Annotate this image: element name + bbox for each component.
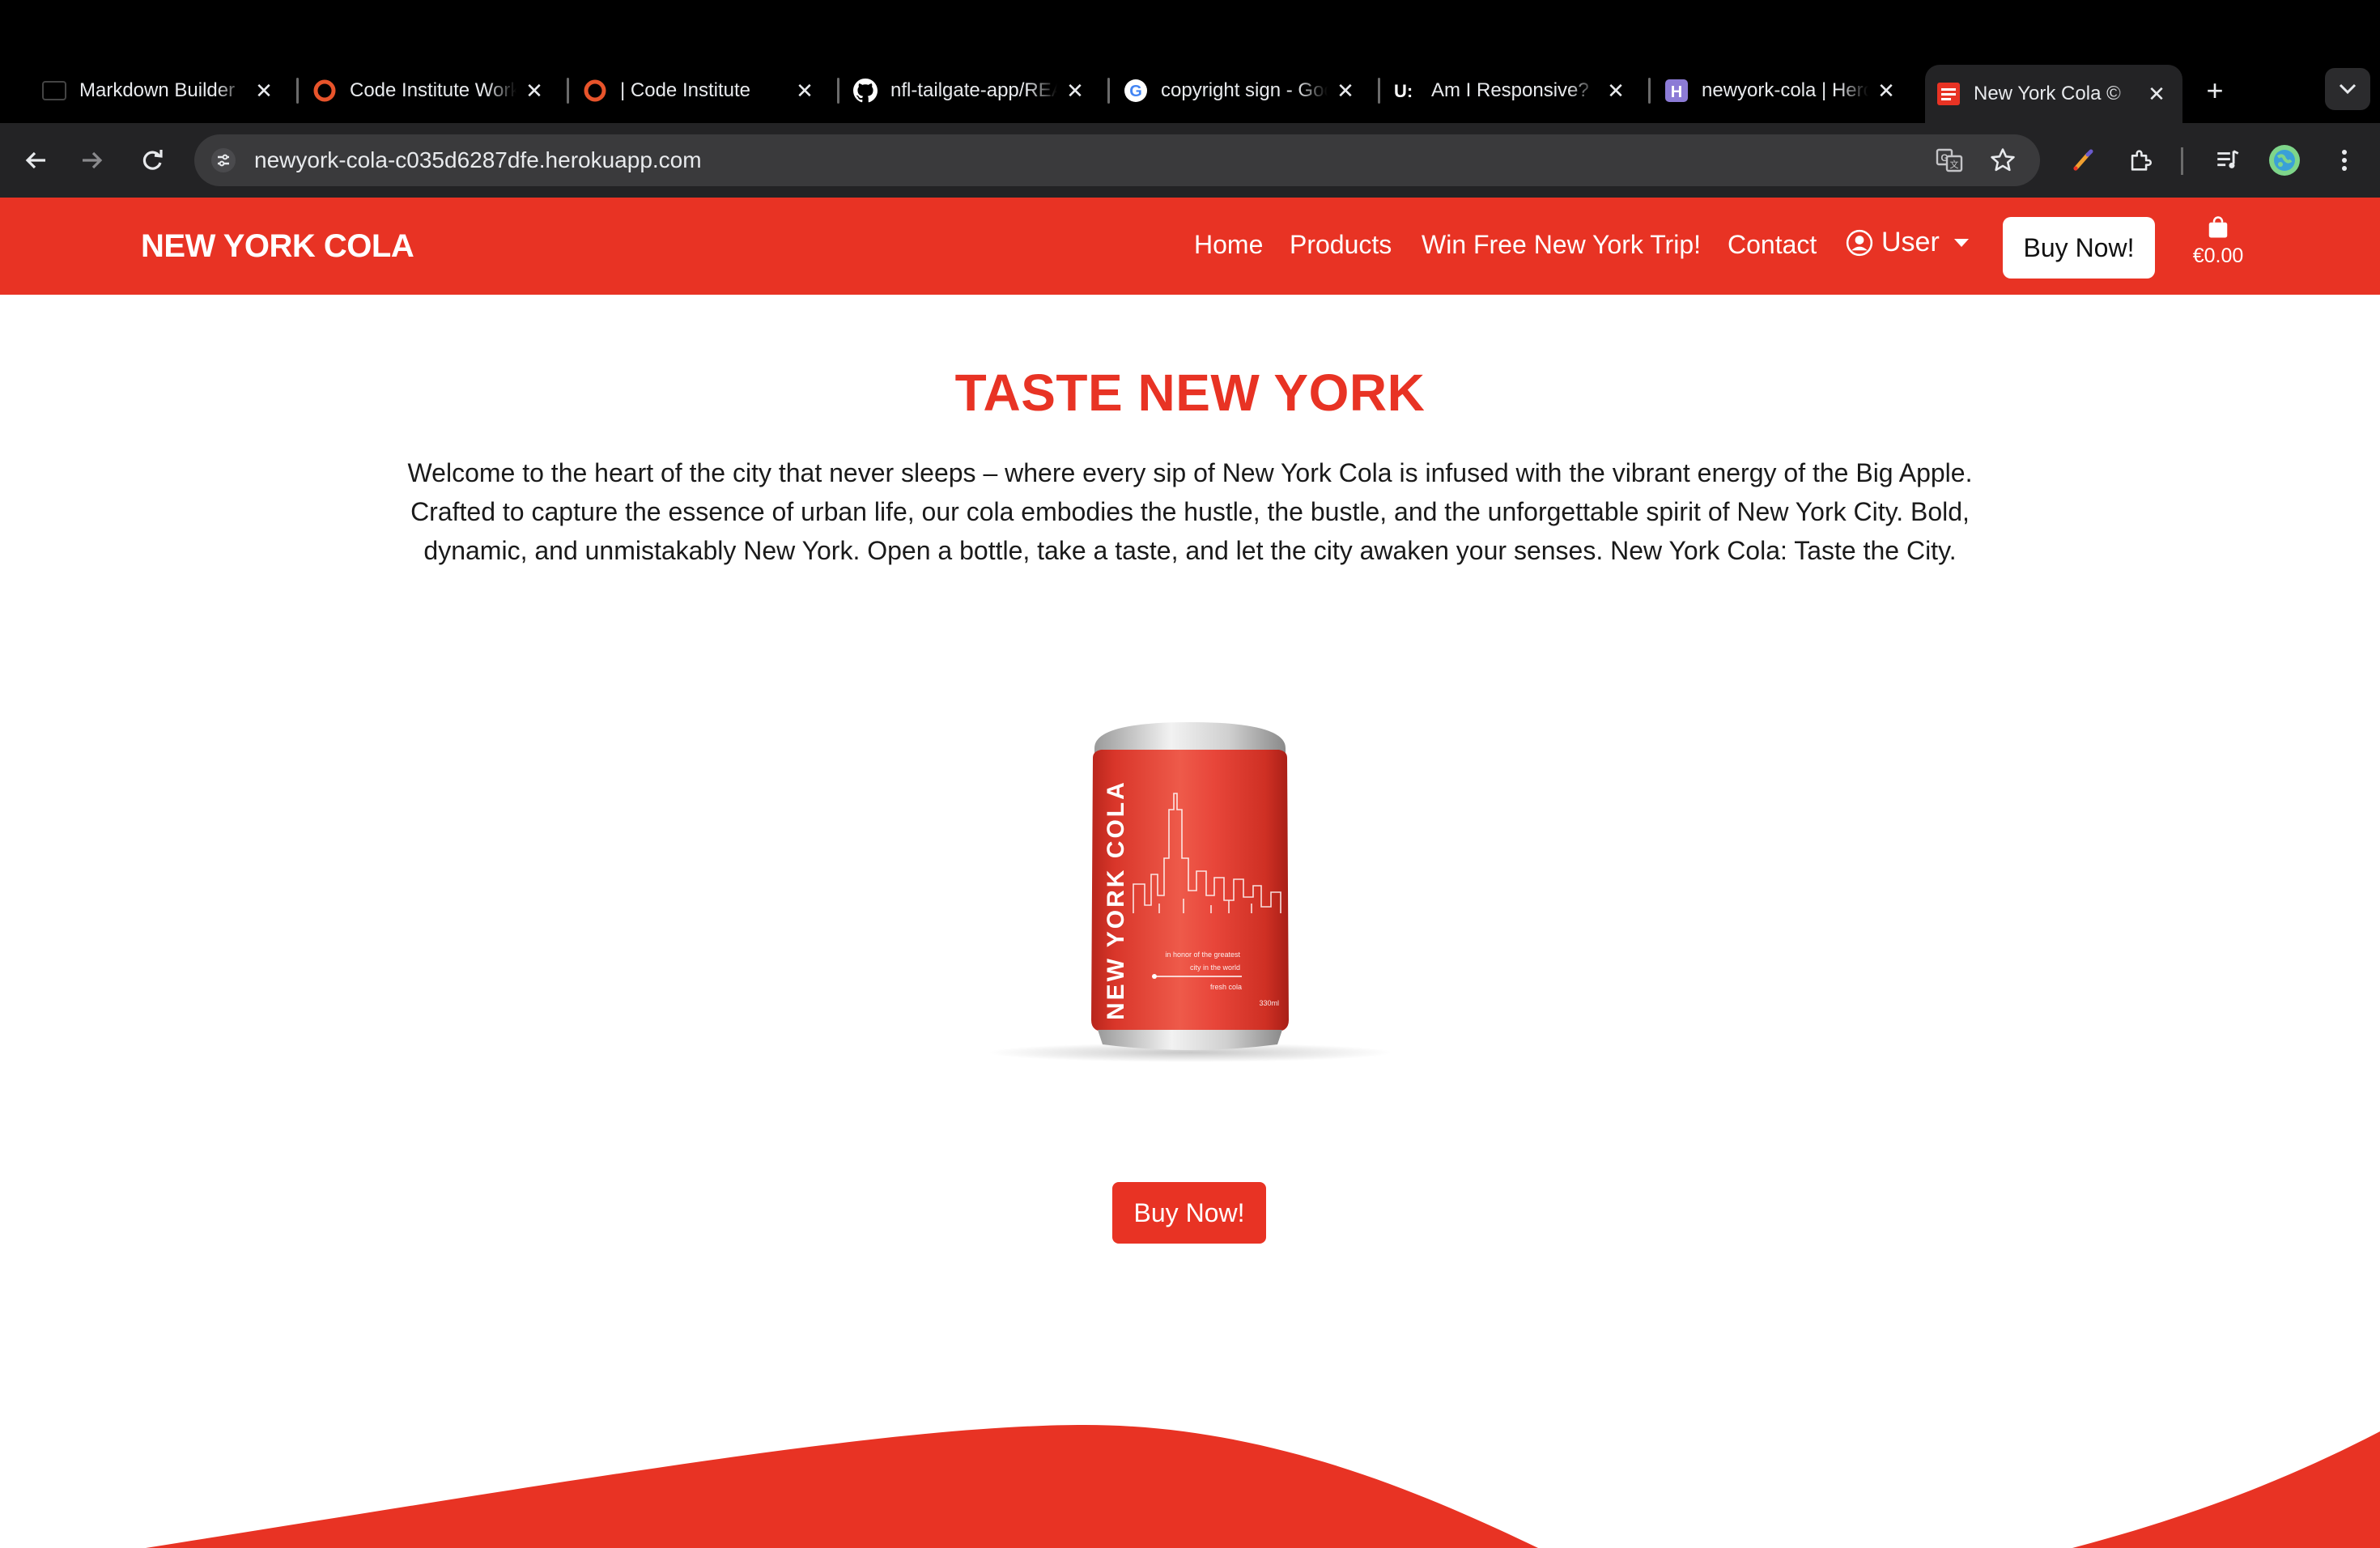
tab-title: newyork-cola | Heroku bbox=[1702, 79, 1868, 101]
tab-am-i-responsive[interactable]: U: Am I Responsive? ✕ bbox=[1394, 71, 1632, 110]
arrow-right-icon bbox=[83, 151, 103, 169]
nav-link-home[interactable]: Home bbox=[1194, 230, 1263, 260]
github-favicon-icon bbox=[853, 79, 878, 103]
nav-link-products[interactable]: Products bbox=[1290, 230, 1392, 260]
user-circle-icon bbox=[1846, 229, 1873, 256]
shopping-bag-button[interactable]: €0.00 bbox=[2186, 215, 2250, 280]
forward-button[interactable] bbox=[71, 139, 113, 181]
tab-markdown-builder[interactable]: Markdown Builder ✕ bbox=[42, 71, 280, 110]
tab-separator bbox=[1107, 78, 1110, 104]
nav-link-contact[interactable]: Contact bbox=[1728, 230, 1817, 260]
tab-separator bbox=[296, 78, 299, 104]
can-brand-text: NEW YORK COLA bbox=[1103, 780, 1129, 1020]
can-volume-text: 330ml bbox=[1259, 999, 1279, 1007]
browser-menu-button[interactable] bbox=[2323, 139, 2365, 181]
markdown-favicon-icon bbox=[42, 79, 66, 103]
code-institute-favicon-icon bbox=[583, 79, 607, 103]
reload-icon bbox=[142, 150, 163, 170]
tab-github[interactable]: nfl-tailgate-app/README ✕ bbox=[853, 71, 1091, 110]
site-navbar: NEW YORK COLA Home Products Win Free New… bbox=[0, 198, 2380, 295]
toolbar-separator bbox=[2181, 147, 2183, 175]
puzzle-icon bbox=[2131, 150, 2152, 171]
tab-separator bbox=[1648, 78, 1651, 104]
svg-text:U:: U: bbox=[1394, 81, 1413, 101]
color-picker-extension-button[interactable] bbox=[2063, 139, 2105, 181]
tab-title: Markdown Builder bbox=[79, 79, 236, 101]
tab-title: copyright sign - Google bbox=[1161, 79, 1328, 101]
tab-code-institute[interactable]: | Code Institute ✕ bbox=[583, 71, 821, 110]
tab-new-york-cola[interactable]: New York Cola © ✕ bbox=[1925, 65, 2182, 123]
tab-separator bbox=[567, 78, 569, 104]
browser-tab-strip: Markdown Builder ✕ Code Institute Worksp… bbox=[0, 0, 2380, 123]
pencil-icon bbox=[2073, 149, 2093, 171]
page-title: TASTE NEW YORK bbox=[954, 364, 1426, 422]
reload-button[interactable] bbox=[131, 139, 173, 181]
close-icon[interactable]: ✕ bbox=[248, 71, 280, 110]
tab-google-search[interactable]: G copyright sign - Google ✕ bbox=[1124, 71, 1362, 110]
can-tagline-1: in honor of the greatest bbox=[1165, 950, 1240, 959]
close-icon[interactable]: ✕ bbox=[1870, 71, 1902, 110]
svg-text:G: G bbox=[1129, 83, 1142, 100]
amiresponsive-favicon-icon: U: bbox=[1394, 79, 1418, 103]
site-settings-icon[interactable] bbox=[202, 139, 244, 181]
user-dropdown[interactable]: User bbox=[1846, 227, 1969, 258]
media-controls-button[interactable] bbox=[2207, 139, 2249, 181]
address-bar[interactable]: newyork-cola-c035d6287dfe.herokuapp.com … bbox=[194, 134, 2040, 186]
url-text: newyork-cola-c035d6287dfe.herokuapp.com bbox=[254, 147, 702, 172]
tab-title: Am I Responsive? bbox=[1431, 79, 1589, 101]
browser-toolbar: newyork-cola-c035d6287dfe.herokuapp.com … bbox=[0, 123, 2380, 198]
kebab-menu-icon bbox=[2342, 150, 2347, 171]
heroku-favicon-icon: H bbox=[1664, 79, 1689, 103]
tab-separator bbox=[837, 78, 839, 104]
cola-can-image: NEW YORK COLA in honor of the greatest c… bbox=[971, 712, 1409, 1069]
shopping-bag-icon bbox=[2208, 216, 2228, 238]
tab-separator bbox=[1378, 78, 1380, 104]
close-icon[interactable]: ✕ bbox=[2140, 74, 2173, 113]
svg-text:H: H bbox=[1671, 83, 1682, 101]
code-institute-favicon-icon bbox=[312, 79, 337, 103]
avatar-icon bbox=[2269, 145, 2300, 176]
tab-code-institute-workspace[interactable]: Code Institute Workspace ✕ bbox=[312, 71, 550, 110]
tab-title: | Code Institute bbox=[620, 79, 750, 101]
hero-buy-now-button[interactable]: Buy Now! bbox=[1112, 1182, 1266, 1244]
svg-text:文: 文 bbox=[1950, 159, 1959, 170]
nycola-favicon-icon bbox=[1936, 82, 1961, 106]
extensions-button[interactable] bbox=[2119, 139, 2161, 181]
close-icon[interactable]: ✕ bbox=[1329, 71, 1362, 110]
bookmark-star-icon[interactable] bbox=[1982, 139, 2024, 181]
close-icon[interactable]: ✕ bbox=[788, 71, 821, 110]
tab-title: Code Institute Workspace bbox=[350, 79, 516, 101]
translate-icon[interactable]: G文 bbox=[1928, 139, 1970, 181]
can-sub-text: fresh cola bbox=[1210, 983, 1242, 991]
close-icon[interactable]: ✕ bbox=[518, 71, 550, 110]
profile-avatar-button[interactable] bbox=[2263, 139, 2306, 181]
tab-heroku[interactable]: H newyork-cola | Heroku ✕ bbox=[1664, 71, 1902, 110]
google-favicon-icon: G bbox=[1124, 79, 1148, 103]
intro-text: Welcome to the heart of the city that ne… bbox=[407, 458, 1973, 565]
playlist-icon bbox=[2217, 150, 2239, 168]
new-tab-button[interactable]: + bbox=[2197, 73, 2233, 108]
nav-link-win-trip[interactable]: Win Free New York Trip! bbox=[1422, 230, 1701, 260]
tab-search-button[interactable] bbox=[2325, 68, 2370, 110]
tab-title: nfl-tailgate-app/README bbox=[890, 79, 1057, 101]
brand-logo[interactable]: NEW YORK COLA bbox=[141, 228, 414, 265]
bag-total: €0.00 bbox=[2192, 245, 2244, 267]
arrow-left-icon bbox=[25, 151, 45, 169]
user-label: User bbox=[1881, 227, 1940, 257]
nav-buy-now-button[interactable]: Buy Now! bbox=[2003, 217, 2155, 279]
close-icon[interactable]: ✕ bbox=[1059, 71, 1091, 110]
can-tagline-2: city in the world bbox=[1190, 963, 1240, 972]
tab-title: New York Cola © bbox=[1974, 83, 2121, 104]
caret-down-icon bbox=[1953, 238, 1969, 247]
close-icon[interactable]: ✕ bbox=[1600, 71, 1632, 110]
chevron-down-icon bbox=[2339, 83, 2357, 95]
decorative-wave bbox=[146, 1425, 2380, 1548]
back-button[interactable] bbox=[15, 139, 57, 181]
